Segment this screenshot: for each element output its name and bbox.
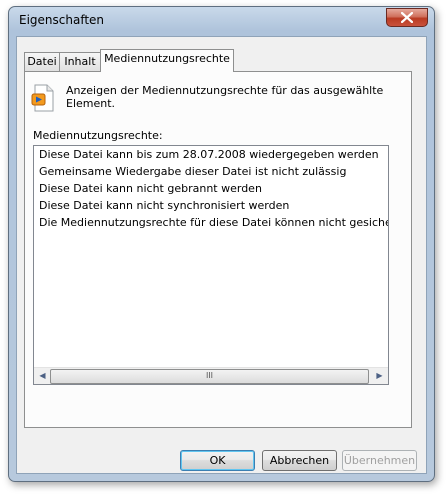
arrow-right-icon[interactable]: ▶: [371, 368, 388, 384]
title-bar[interactable]: Eigenschaften: [9, 7, 434, 35]
tab-panel: Anzeigen der Mediennutzungsrechte für da…: [24, 71, 412, 428]
ok-button[interactable]: OK: [180, 450, 255, 471]
list-item[interactable]: Diese Datei kann nicht gebrannt werden: [34, 180, 388, 197]
scrollbar-grip: III: [205, 371, 214, 380]
tab-label: Mediennutzungsrechte: [104, 52, 230, 65]
list-item[interactable]: Die Mediennutzungsrechte für diese Datei…: [34, 214, 388, 231]
usage-rights-list[interactable]: Diese Datei kann bis zum 28.07.2008 wied…: [33, 145, 389, 385]
tab-label: Datei: [27, 55, 57, 68]
panel-description: Anzeigen der Mediennutzungsrechte für da…: [66, 84, 384, 110]
horizontal-scrollbar[interactable]: ◀ III ▶: [34, 367, 388, 384]
tab-mediennutzungsrechte[interactable]: Mediennutzungsrechte: [100, 49, 234, 72]
scrollbar-thumb[interactable]: III: [50, 369, 369, 384]
cancel-button[interactable]: Abbrechen: [262, 450, 337, 471]
media-file-icon: [31, 84, 54, 112]
tab-datei[interactable]: Datei: [24, 52, 60, 71]
close-button[interactable]: [386, 8, 428, 27]
window-title: Eigenschaften: [19, 13, 105, 27]
dialog-client-area: Datei Inhalt Mediennutzungsrechte Anzeig…: [16, 36, 427, 474]
list-item[interactable]: Diese Datei kann nicht synchronisiert we…: [34, 197, 388, 214]
arrow-left-icon[interactable]: ◀: [34, 368, 51, 384]
properties-dialog: Eigenschaften Datei Inhalt Mediennutzung…: [8, 6, 435, 482]
close-icon: [401, 12, 413, 23]
list-label: Mediennutzungsrechte:: [33, 129, 163, 142]
tab-inhalt[interactable]: Inhalt: [59, 52, 101, 71]
tab-label: Inhalt: [64, 55, 96, 68]
apply-button[interactable]: Übernehmen: [342, 450, 417, 471]
list-item[interactable]: Diese Datei kann bis zum 28.07.2008 wied…: [34, 146, 388, 163]
list-item[interactable]: Gemeinsame Wiedergabe dieser Datei ist n…: [34, 163, 388, 180]
